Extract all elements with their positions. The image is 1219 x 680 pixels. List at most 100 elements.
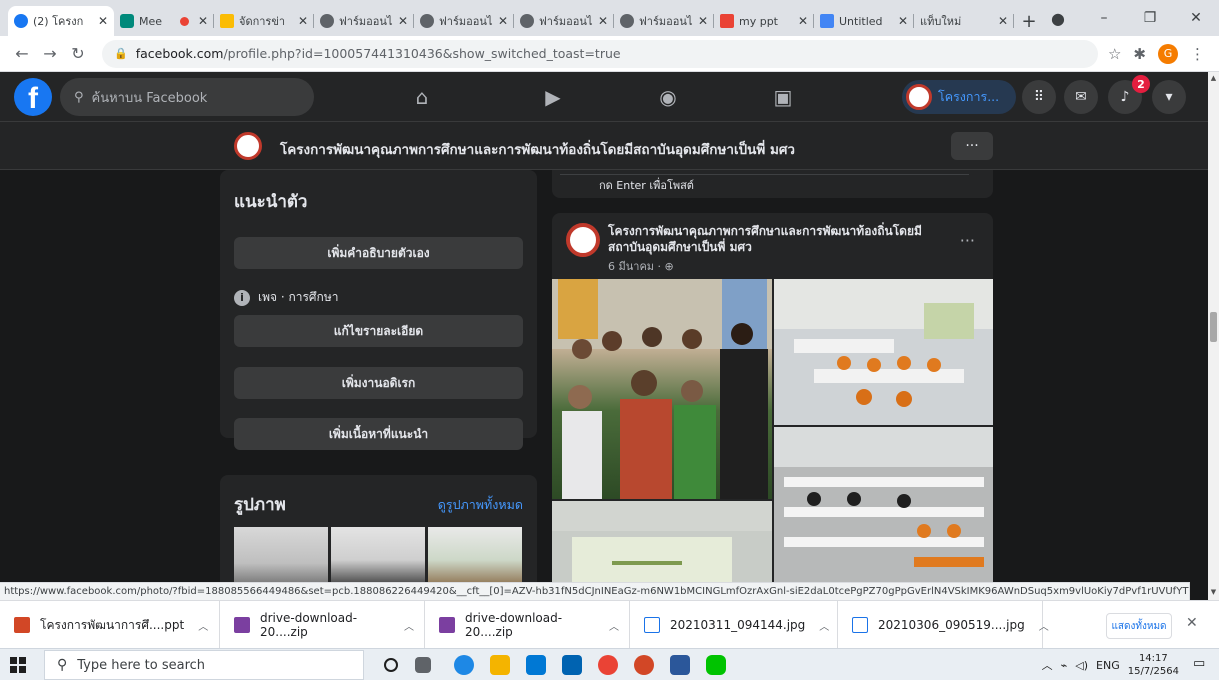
- post-author-name[interactable]: โครงการพัฒนาคุณภาพการศึกษาและการพัฒนาท้อ…: [608, 223, 948, 255]
- reload-icon[interactable]: ↻: [64, 44, 92, 63]
- back-arrow-icon[interactable]: ←: [8, 44, 36, 63]
- tab-drive[interactable]: จัดการข่า ✕: [214, 6, 314, 36]
- tab-close-icon[interactable]: ✕: [898, 14, 908, 28]
- clock[interactable]: 14:17 15/7/2564: [1128, 652, 1179, 678]
- download-item[interactable]: drive-download-20....zip ︿: [425, 601, 630, 649]
- chevron-up-icon[interactable]: ︿: [198, 618, 208, 633]
- page-scrollbar[interactable]: ▲ ▼: [1208, 72, 1219, 600]
- chevron-up-icon[interactable]: ︿: [404, 618, 414, 633]
- download-item[interactable]: 20210311_094144.jpg ︿: [630, 601, 838, 649]
- download-item[interactable]: drive-download-20....zip ︿: [220, 601, 425, 649]
- profile-avatar[interactable]: G: [1158, 43, 1178, 64]
- language-indicator[interactable]: ENG: [1096, 659, 1120, 672]
- gaming-icon[interactable]: ▣: [770, 84, 796, 110]
- facebook-logo-icon[interactable]: f: [14, 78, 52, 116]
- tab-meet[interactable]: Mee ✕: [114, 6, 214, 36]
- tab-newtab[interactable]: แท็บใหม่ ✕: [914, 6, 1014, 36]
- scroll-down-icon[interactable]: ▼: [1208, 588, 1219, 596]
- windows-start-icon[interactable]: [10, 657, 26, 673]
- store-icon[interactable]: [526, 655, 546, 675]
- photo-thumbnail[interactable]: [331, 527, 425, 586]
- forward-arrow-icon[interactable]: →: [36, 44, 64, 63]
- cortana-icon[interactable]: [384, 658, 398, 672]
- tab-farm-3[interactable]: ฟาร์มออนไ ✕: [514, 6, 614, 36]
- tab-close-icon[interactable]: ✕: [398, 14, 408, 28]
- photo-thumbnail[interactable]: [428, 527, 522, 586]
- bookmark-star-icon[interactable]: ☆: [1108, 45, 1121, 63]
- close-icon[interactable]: ✕: [1186, 615, 1198, 631]
- page-profile-pill[interactable]: โครงการ...: [902, 80, 1016, 114]
- globe-icon: [420, 14, 434, 28]
- messenger-icon[interactable]: ✉: [1064, 80, 1098, 114]
- task-view-icon[interactable]: [415, 657, 431, 673]
- mail-icon[interactable]: [562, 655, 582, 675]
- tab-close-icon[interactable]: ✕: [798, 14, 808, 28]
- download-item[interactable]: 20210306_090519....jpg ︿: [838, 601, 1049, 649]
- profile-circle-icon[interactable]: ●: [1035, 9, 1081, 28]
- chevron-up-icon[interactable]: ︿: [819, 618, 829, 633]
- menu-grid-icon[interactable]: ⠿: [1022, 80, 1056, 114]
- watch-icon[interactable]: ▶: [540, 84, 566, 110]
- tab-close-icon[interactable]: ✕: [698, 14, 708, 28]
- post-more-button[interactable]: ···: [960, 231, 975, 250]
- tab-close-icon[interactable]: ✕: [98, 14, 108, 28]
- tab-close-icon[interactable]: ✕: [298, 14, 308, 28]
- tab-close-icon[interactable]: ✕: [998, 14, 1008, 28]
- show-all-downloads-button[interactable]: แสดงทั้งหมด: [1106, 613, 1172, 639]
- groups-icon[interactable]: ◉: [655, 84, 681, 110]
- line-icon[interactable]: [706, 655, 726, 675]
- page-more-button[interactable]: ···: [951, 132, 993, 160]
- see-all-photos-link[interactable]: ดูรูปภาพทั้งหมด: [438, 495, 523, 515]
- post-author-avatar[interactable]: [566, 223, 600, 257]
- lock-icon: 🔒: [114, 47, 128, 60]
- extensions-puzzle-icon[interactable]: ✱: [1133, 45, 1146, 63]
- taskbar-search-input[interactable]: ⚲ Type here to search: [44, 650, 364, 680]
- download-item[interactable]: โครงการพัฒนาการศึ....ppt ︿: [0, 601, 220, 649]
- tab-farm-4[interactable]: ฟาร์มออนไ ✕: [614, 6, 714, 36]
- post-photo[interactable]: [552, 279, 772, 499]
- tab-close-icon[interactable]: ✕: [598, 14, 608, 28]
- powerpoint-icon[interactable]: [634, 655, 654, 675]
- taskbar-search-placeholder: Type here to search: [77, 657, 206, 673]
- tab-farm-2[interactable]: ฟาร์มออนไ ✕: [414, 6, 514, 36]
- tab-farm-1[interactable]: ฟาร์มออนไ ✕: [314, 6, 414, 36]
- restore-button[interactable]: ❐: [1127, 10, 1173, 26]
- chevron-up-icon[interactable]: ︿: [609, 618, 619, 633]
- tab-facebook[interactable]: (2) โครงก ✕: [8, 6, 114, 36]
- close-button[interactable]: ✕: [1173, 10, 1219, 26]
- file-explorer-icon[interactable]: [490, 655, 510, 675]
- tab-close-icon[interactable]: ✕: [498, 14, 508, 28]
- tab-label: ฟาร์มออนไ: [639, 15, 693, 28]
- tab-close-icon[interactable]: ✕: [198, 14, 208, 28]
- post-photo[interactable]: [774, 279, 993, 425]
- word-icon[interactable]: [670, 655, 690, 675]
- facebook-search-input[interactable]: ⚲ ค้นหาบน Facebook: [60, 78, 314, 116]
- network-icon[interactable]: ⌁: [1061, 659, 1068, 672]
- minimize-button[interactable]: –: [1081, 10, 1127, 26]
- post-photo[interactable]: [552, 501, 772, 586]
- edge-icon[interactable]: [454, 655, 474, 675]
- edit-details-button[interactable]: แก้ไขรายละเอียด: [234, 315, 523, 347]
- scrollbar-thumb[interactable]: [1210, 312, 1217, 342]
- action-center-icon[interactable]: ▭: [1193, 656, 1211, 674]
- page-avatar: [234, 132, 262, 160]
- post-photo[interactable]: [774, 427, 993, 586]
- tab-sheets[interactable]: Untitled ✕: [814, 6, 914, 36]
- chevron-up-icon[interactable]: ︿: [1039, 618, 1049, 633]
- add-featured-button[interactable]: เพิ่มเนื้อหาที่แนะนำ: [234, 418, 523, 450]
- home-icon[interactable]: ⌂: [409, 84, 435, 110]
- volume-icon[interactable]: ◁): [1075, 659, 1088, 672]
- add-bio-button[interactable]: เพิ่มคำอธิบายตัวเอง: [234, 237, 523, 269]
- tab-label: แท็บใหม่: [920, 15, 962, 28]
- chrome-icon[interactable]: [598, 655, 618, 675]
- url-field[interactable]: 🔒 facebook.com /profile.php?id=100057441…: [102, 39, 1098, 68]
- chrome-menu-icon[interactable]: ⋮: [1190, 45, 1205, 63]
- account-caret-icon[interactable]: ▾: [1152, 80, 1186, 114]
- photo-thumbnail[interactable]: [234, 527, 328, 586]
- download-filename: โครงการพัฒนาการศึ....ppt: [40, 617, 185, 632]
- add-hobbies-button[interactable]: เพิ่มงานอดิเรก: [234, 367, 523, 399]
- chevron-up-icon[interactable]: ︿: [1042, 657, 1053, 673]
- post-date[interactable]: 6 มีนาคม · ⊕: [608, 257, 674, 275]
- scroll-up-icon[interactable]: ▲: [1208, 74, 1219, 82]
- tab-gmail[interactable]: my ppt ✕: [714, 6, 814, 36]
